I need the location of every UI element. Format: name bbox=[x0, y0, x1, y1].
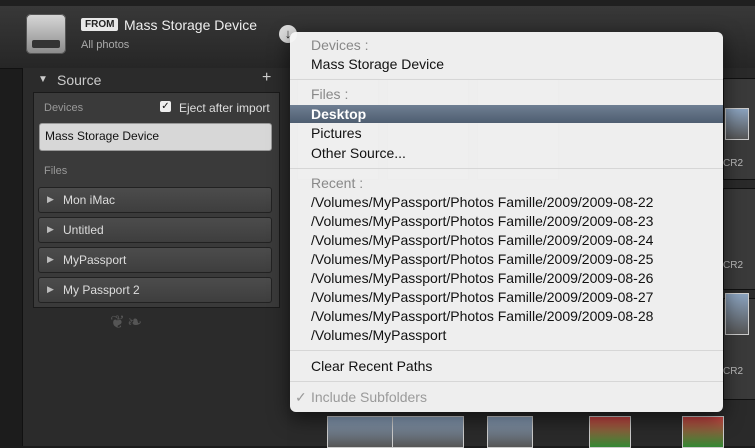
eject-label[interactable]: Eject after import bbox=[179, 101, 270, 115]
menu-recent-header: Recent : bbox=[311, 175, 364, 191]
volume-label: Untitled bbox=[63, 223, 104, 237]
decorative-flourish-icon: ❦❧ bbox=[110, 312, 145, 332]
selected-device-label: Mass Storage Device bbox=[45, 129, 160, 143]
menu-separator bbox=[290, 350, 723, 351]
add-source-icon[interactable]: + bbox=[262, 69, 271, 87]
file-type-label: CR2 bbox=[723, 158, 744, 169]
checkmark-icon: ✓ bbox=[295, 389, 307, 405]
menu-item-recent-path[interactable]: /Volumes/MyPassport/Photos Famille/2009/… bbox=[311, 289, 653, 305]
window-top-strip bbox=[0, 0, 755, 6]
menu-item-desktop[interactable]: Desktop bbox=[311, 106, 366, 122]
files-section-label: Files bbox=[44, 165, 68, 177]
collapse-triangle-icon[interactable]: ▼ bbox=[38, 74, 48, 85]
volume-label: My Passport 2 bbox=[63, 283, 140, 297]
photo-thumbnail[interactable] bbox=[682, 416, 724, 448]
file-type-label: CR2 bbox=[723, 366, 744, 377]
disclosure-triangle-icon[interactable]: ▶ bbox=[47, 254, 54, 265]
eject-checkbox[interactable]: ✓ bbox=[160, 101, 171, 112]
volume-label: MyPassport bbox=[63, 253, 127, 267]
menu-item-mass-storage[interactable]: Mass Storage Device bbox=[311, 56, 444, 72]
menu-separator bbox=[290, 168, 723, 169]
menu-item-recent-path[interactable]: /Volumes/MyPassport bbox=[311, 327, 446, 343]
volume-row[interactable]: ▶ Mon iMac bbox=[38, 187, 272, 213]
photo-thumbnail[interactable] bbox=[487, 416, 533, 448]
menu-item-pictures[interactable]: Pictures bbox=[311, 125, 362, 141]
volume-row[interactable]: ▶ MyPassport bbox=[38, 247, 272, 273]
source-panel-title[interactable]: Source bbox=[57, 72, 101, 88]
disclosure-triangle-icon[interactable]: ▶ bbox=[47, 284, 54, 295]
menu-item-recent-path[interactable]: /Volumes/MyPassport/Photos Famille/2009/… bbox=[311, 308, 653, 324]
photo-cell[interactable] bbox=[723, 188, 755, 290]
menu-item-recent-path[interactable]: /Volumes/MyPassport/Photos Famille/2009/… bbox=[311, 270, 653, 286]
photo-thumbnail[interactable] bbox=[725, 293, 749, 335]
menu-files-header: Files : bbox=[311, 86, 349, 102]
source-subtitle: All photos bbox=[81, 39, 130, 51]
volume-row[interactable]: ▶ My Passport 2 bbox=[38, 277, 272, 303]
photo-thumbnail[interactable] bbox=[392, 416, 464, 448]
menu-item-clear-recent[interactable]: Clear Recent Paths bbox=[311, 358, 432, 374]
photo-thumbnail[interactable] bbox=[725, 108, 749, 140]
disclosure-triangle-icon[interactable]: ▶ bbox=[47, 194, 54, 205]
from-badge: FROM bbox=[81, 18, 119, 31]
menu-item-recent-path[interactable]: /Volumes/MyPassport/Photos Famille/2009/… bbox=[311, 251, 653, 267]
photo-thumbnail[interactable] bbox=[327, 416, 399, 448]
menu-item-recent-path[interactable]: /Volumes/MyPassport/Photos Famille/2009/… bbox=[311, 213, 653, 229]
menu-item-include-subfolders: Include Subfolders bbox=[311, 389, 427, 405]
menu-item-other-source[interactable]: Other Source... bbox=[311, 145, 406, 161]
menu-separator bbox=[290, 381, 723, 382]
menu-devices-header: Devices : bbox=[311, 37, 369, 53]
volume-row[interactable]: ▶ Untitled bbox=[38, 217, 272, 243]
volume-label: Mon iMac bbox=[63, 193, 116, 207]
menu-item-recent-path[interactable]: /Volumes/MyPassport/Photos Famille/2009/… bbox=[311, 232, 653, 248]
hard-drive-icon[interactable] bbox=[26, 14, 66, 54]
menu-separator bbox=[290, 79, 723, 80]
photo-thumbnail[interactable] bbox=[589, 416, 631, 448]
devices-section-label: Devices bbox=[44, 102, 84, 114]
menu-item-recent-path[interactable]: /Volumes/MyPassport/Photos Famille/2009/… bbox=[311, 194, 653, 210]
file-type-label: CR2 bbox=[723, 260, 744, 271]
source-title[interactable]: Mass Storage Device bbox=[124, 17, 257, 33]
disclosure-triangle-icon[interactable]: ▶ bbox=[47, 224, 54, 235]
